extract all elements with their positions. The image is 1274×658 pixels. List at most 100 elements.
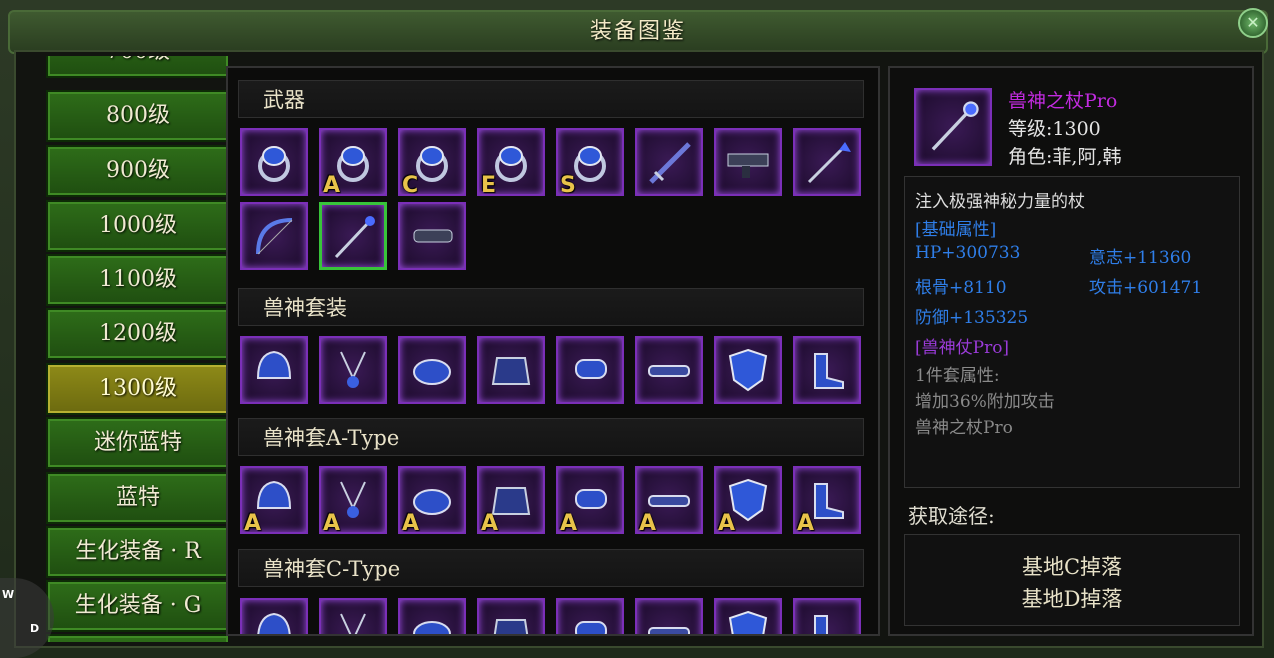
equipment-slot[interactable] [635,128,703,196]
equipment-slot[interactable] [793,128,861,196]
sword-icon [649,142,691,184]
equipment-slot[interactable] [319,202,387,270]
equipment-slot[interactable] [398,202,466,270]
necklace-icon [340,351,366,388]
equipment-slot[interactable] [635,336,703,404]
slot-variant-tag: A [797,511,815,536]
level-item-biochem-g[interactable]: 生化装备 · G [46,580,228,632]
detail-panel: 兽神之杖Pro 等级:1300 角色:菲,阿,韩 注入极强神秘力量的杖 [基础属… [888,66,1254,636]
equipment-slot[interactable]: E [477,128,545,198]
equipment-slot[interactable]: A [240,466,308,536]
base-attr-header: [基础属性] [915,220,997,240]
equipment-slot[interactable] [240,598,308,634]
title-bar: 装备图鉴 ✕ [8,8,1268,54]
obtain-box: 基地C掉落 基地D掉落 [904,534,1240,626]
stat-bone: 根骨+8110 [915,278,1007,298]
armor-icon [491,357,531,385]
slot-variant-tag: A [402,511,420,536]
slot-variant-tag: C [402,173,419,198]
selected-item-thumbnail [914,88,992,166]
equipment-slot[interactable]: A [398,466,466,536]
window-frame: 装备图鉴 ✕ 700级 800级 900级 1000级 1100级 1200级 … [0,0,1274,658]
slot-variant-tag: S [560,173,576,198]
equipment-slot[interactable] [714,128,782,196]
ring-icon [258,146,290,182]
cannon-icon [413,229,453,243]
staff-icon [931,101,979,151]
obtain-title: 获取途径: [908,504,995,528]
equipment-slot[interactable] [793,336,861,404]
equipment-grid-panel[interactable]: 武器 兽神套装 兽神套A-Type 兽神套C-Type A C E S A A A A A A A A [226,66,880,636]
equipment-slot[interactable]: A [319,466,387,536]
equipment-slot[interactable] [714,336,782,404]
slot-variant-tag: A [639,511,657,536]
item-name: 兽神之杖Pro [1008,90,1118,112]
bow-icon [256,218,293,255]
equipment-slot[interactable]: A [319,128,387,198]
slot-variant-tag: A [244,511,262,536]
equipment-slot[interactable] [477,336,545,404]
equipment-slot[interactable] [398,336,466,404]
equipment-slot[interactable] [556,598,624,634]
level-item-900[interactable]: 900级 [46,145,228,197]
obtain-item-2: 基地D掉落 [1021,587,1123,611]
equipment-slot[interactable]: C [398,128,466,198]
equipment-slot[interactable] [714,598,782,634]
shoulder-icon [413,359,451,385]
section-title-weapons: 武器 [238,80,864,118]
level-item-mini-lante[interactable]: 迷你蓝特 [46,417,228,469]
hud-key-w: W [2,588,15,601]
level-list[interactable]: 700级 800级 900级 1000级 1100级 1200级 1300级 迷… [32,56,228,642]
equipment-slot[interactable]: A [477,466,545,536]
level-item-biochem-r[interactable]: 生化装备 · R [46,526,228,578]
level-item-800[interactable]: 800级 [46,90,228,142]
stat-defense: 防御+135325 [915,308,1029,328]
helmet-icon [256,350,292,379]
equipment-slot[interactable] [240,336,308,404]
equipment-slot[interactable] [240,128,308,196]
equipment-slot[interactable] [793,598,861,634]
equipment-slot[interactable] [240,202,308,270]
stat-attack: 攻击+601471 [1089,278,1203,298]
boots-icon [814,353,844,389]
level-item-1000[interactable]: 1000级 [46,200,228,252]
obtain-item-1: 基地C掉落 [1021,555,1123,579]
level-item-1100[interactable]: 1100级 [46,254,228,306]
equipment-slot[interactable] [556,336,624,404]
level-item-1300[interactable]: 1300级 [46,363,228,415]
item-level: 等级:1300 [1008,118,1101,140]
equipment-slot[interactable] [398,598,466,634]
shield-icon [728,348,768,392]
close-icon[interactable]: ✕ [1238,8,1268,38]
level-item-more[interactable] [46,634,228,642]
equipment-slot[interactable] [319,598,387,634]
equipment-slot[interactable]: S [556,128,624,198]
item-role: 角色:菲,阿,韩 [1008,146,1122,168]
slot-variant-tag: A [323,173,341,198]
item-description-box: 注入极强神秘力量的杖 [基础属性] HP+300733 意志+11360 根骨+… [904,176,1240,488]
window-title: 装备图鉴 [589,19,686,44]
level-item-1200[interactable]: 1200级 [46,308,228,360]
helmet-icon [257,612,291,634]
shield-icon [728,610,768,634]
slot-variant-tag: E [481,173,497,198]
equipment-slot[interactable]: A [714,466,782,536]
equipment-slot[interactable]: A [556,466,624,536]
glove-icon [575,621,607,634]
necklace-icon [340,613,366,634]
set-line-3: 兽神之杖Pro [915,418,1013,438]
gun-icon [727,153,769,178]
equipment-slot[interactable] [477,598,545,634]
staff-icon [334,216,375,259]
equipment-slot[interactable] [319,336,387,404]
level-item-lante[interactable]: 蓝特 [46,472,228,524]
set-line-2: 增加36%附加攻击 [915,392,1055,412]
boots-icon [814,615,828,634]
section-title-beast-set-c: 兽神套C-Type [238,549,864,587]
level-item-700[interactable]: 700级 [46,56,228,78]
equipment-slot[interactable]: A [635,466,703,536]
slot-variant-tag: A [323,511,341,536]
equipment-slot[interactable]: A [793,466,861,536]
slot-variant-tag: A [560,511,578,536]
equipment-slot[interactable] [635,598,703,634]
